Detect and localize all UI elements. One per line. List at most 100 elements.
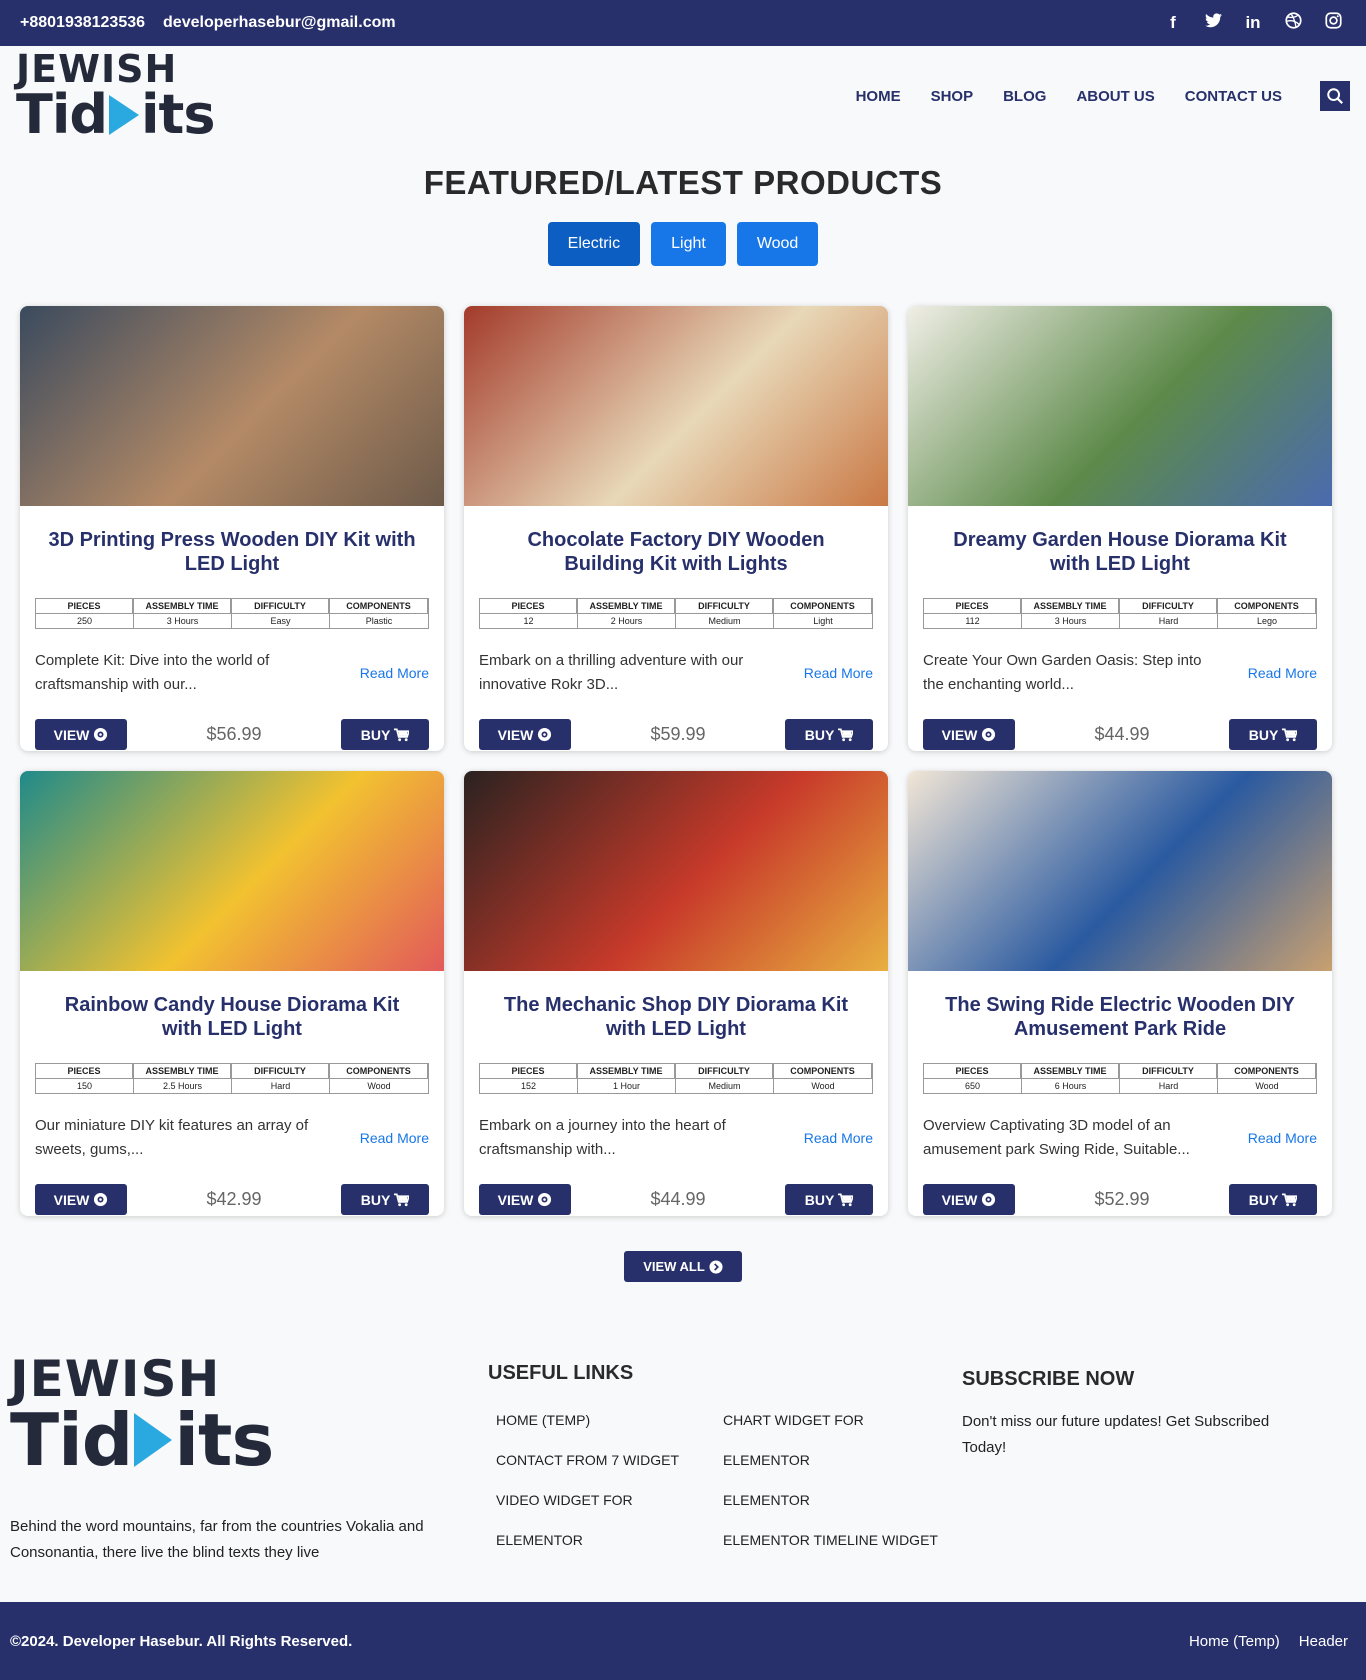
buy-button[interactable]: BUY [785,719,873,750]
view-label: VIEW [53,1191,90,1208]
spec-col-assembly: ASSEMBLY TIME 1 Hour [578,1064,676,1093]
product-image[interactable] [908,771,1332,971]
read-more-link[interactable]: Read More [360,665,429,681]
product-image[interactable] [464,306,888,506]
spec-value: 2 Hours [610,616,643,626]
spec-col-components: COMPONENTS Lego [1218,599,1316,628]
spec-header: ASSEMBLY TIME [134,599,231,614]
eye-icon [982,727,996,742]
buy-button[interactable]: BUY [341,1184,429,1215]
footer-logo[interactable]: JEWISH Tid its [10,1354,488,1476]
read-more-link[interactable]: Read More [360,1130,429,1146]
product-description: Create Your Own Garden Oasis: Step into … [923,652,1202,693]
logo-text-a: Tid [10,1398,133,1482]
buy-button[interactable]: BUY [1229,719,1317,750]
spec-header: DIFFICULTY [1120,599,1217,614]
product-title[interactable]: Dreamy Garden House Diorama Kit with LED… [908,506,1332,598]
dribbble-icon[interactable] [1284,12,1302,34]
spec-col-components: COMPONENTS Light [774,599,872,628]
spec-value: Medium [708,616,741,626]
bottom-link-home[interactable]: Home (Temp) [1189,1633,1280,1650]
buy-button[interactable]: BUY [785,1184,873,1215]
product-image[interactable] [908,306,1332,506]
view-button[interactable]: VIEW [479,1184,571,1215]
footer-subscribe: SUBSCRIBE NOW Don't miss our future upda… [962,1354,1312,1577]
footer-link[interactable]: ELEMENTOR [496,1531,723,1550]
view-label: VIEW [941,1191,978,1208]
buy-button[interactable]: BUY [341,719,429,750]
read-more-link[interactable]: Read More [804,1130,873,1146]
product-title[interactable]: Rainbow Candy House Diorama Kit with LED… [20,971,444,1063]
product-title[interactable]: Chocolate Factory DIY Wooden Building Ki… [464,506,888,598]
search-button[interactable] [1320,81,1350,111]
nav-about-us[interactable]: ABOUT US [1076,88,1154,105]
buy-label: BUY [1248,1191,1279,1208]
view-button[interactable]: VIEW [35,1184,127,1215]
spec-header: ASSEMBLY TIME [578,599,675,614]
spec-value: 3 Hours [1054,616,1087,626]
cart-icon [1282,1193,1298,1206]
spec-value: Hard [1158,1081,1179,1091]
view-label: VIEW [53,726,90,743]
bottom-links: Home (Temp) Header [1189,1633,1348,1650]
product-title[interactable]: 3D Printing Press Wooden DIY Kit with LE… [20,506,444,598]
footer-link[interactable]: VIDEO WIDGET FOR [496,1491,723,1510]
footer-link[interactable]: CHART WIDGET FOR [723,1411,943,1430]
footer-link[interactable]: ELEMENTOR [723,1491,943,1510]
product-title[interactable]: The Mechanic Shop DIY Diorama Kit with L… [464,971,888,1063]
product-summary: Embark on a journey into the heart of cr… [464,1094,888,1170]
email-address[interactable]: developerhasebur@gmail.com [163,14,396,32]
spec-col-assembly: ASSEMBLY TIME 3 Hours [1022,599,1120,628]
footer-link[interactable]: ELEMENTOR [723,1451,943,1470]
nav-home[interactable]: HOME [856,88,901,105]
twitter-icon[interactable] [1204,13,1222,33]
spec-value: 12 [523,616,534,626]
product-image[interactable] [20,771,444,971]
site-header: JEWISH Tid its HOME SHOP BLOG ABOUT US C… [0,46,1366,146]
bottom-link-header[interactable]: Header [1299,1633,1348,1650]
linkedin-icon[interactable]: in [1244,13,1262,33]
spec-header: DIFFICULTY [676,1064,773,1079]
filter-light[interactable]: Light [651,222,726,266]
nav-contact-us[interactable]: CONTACT US [1185,88,1282,105]
facebook-icon[interactable]: f [1164,13,1182,33]
view-button[interactable]: VIEW [923,1184,1015,1215]
filter-electric[interactable]: Electric [547,222,641,266]
subscribe-text: Don't miss our future updates! Get Subsc… [962,1413,1270,1456]
footer-link[interactable]: ELEMENTOR TIMELINE WIDGET [723,1531,943,1550]
product-description: Complete Kit: Dive into the world of cra… [35,652,270,693]
buy-label: BUY [360,726,391,743]
read-more-link[interactable]: Read More [1248,665,1317,681]
footer-link[interactable]: HOME (TEMP) [496,1411,723,1430]
product-summary: Our miniature DIY kit features an array … [20,1094,444,1170]
view-button[interactable]: VIEW [923,719,1015,750]
spec-header: ASSEMBLY TIME [578,1064,675,1079]
cart-icon [1282,728,1298,741]
product-actions: VIEW $44.99 BUY [908,705,1332,750]
subscribe-title: SUBSCRIBE NOW [962,1368,1135,1390]
site-logo[interactable]: JEWISH Tid its [16,50,215,142]
buy-label: BUY [1248,726,1279,743]
contact-info: +8801938123536 developerhasebur@gmail.co… [20,14,396,32]
buy-button[interactable]: BUY [1229,1184,1317,1215]
filter-wood[interactable]: Wood [736,222,819,266]
phone-number[interactable]: +8801938123536 [20,14,145,32]
eye-icon [538,727,552,742]
view-all-button[interactable]: VIEW ALL [624,1251,742,1282]
spec-header: PIECES [924,1064,1021,1079]
product-image[interactable] [20,306,444,506]
read-more-link[interactable]: Read More [1248,1130,1317,1146]
product-image[interactable] [464,771,888,971]
bottom-bar: ©2024. Developer Hasebur. All Rights Res… [0,1602,1366,1680]
footer-link[interactable]: CONTACT FROM 7 WIDGET [496,1451,723,1470]
read-more-link[interactable]: Read More [804,665,873,681]
spec-value: Lego [1256,616,1278,626]
product-title[interactable]: The Swing Ride Electric Wooden DIY Amuse… [908,971,1332,1063]
instagram-icon[interactable] [1324,12,1342,34]
eye-icon [94,727,108,742]
nav-blog[interactable]: BLOG [1003,88,1046,105]
spec-value: 152 [520,1081,537,1091]
view-button[interactable]: VIEW [35,719,127,750]
view-button[interactable]: VIEW [479,719,571,750]
nav-shop[interactable]: SHOP [931,88,974,105]
